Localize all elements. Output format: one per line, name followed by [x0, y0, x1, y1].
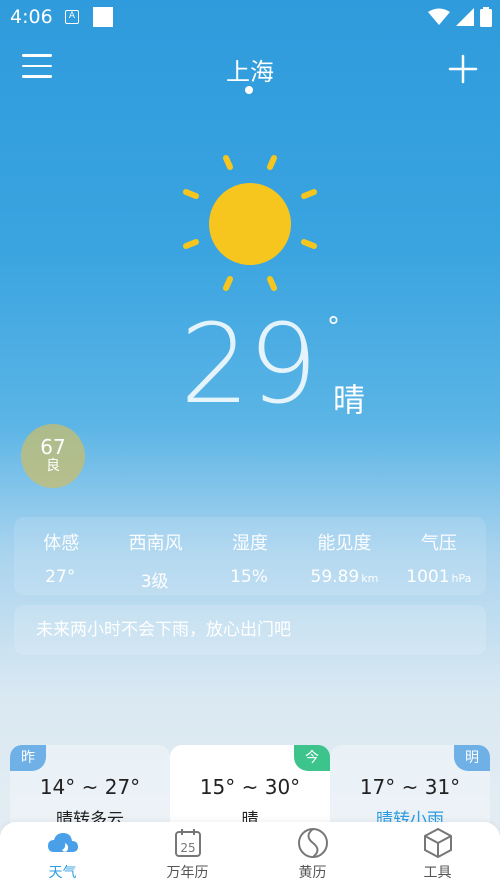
daily-forecast: 昨 14° ~ 27° 晴转多云 今 15° ~ 30° 晴 明 17° ~ 3… [10, 745, 490, 825]
tab-weather[interactable]: 天气 [0, 822, 125, 888]
detail-label: 体感 [43, 533, 80, 554]
forecast-tag: 明 [454, 745, 490, 771]
detail-value: 27° [45, 567, 76, 587]
wifi-icon [428, 8, 450, 25]
signal-icon [456, 8, 474, 26]
status-time: 4:06 [10, 6, 53, 28]
forecast-tag: 昨 [10, 745, 46, 771]
header: 上海 [0, 40, 500, 100]
status-icons [428, 6, 492, 28]
forecast-tomorrow[interactable]: 明 17° ~ 31° 晴转小雨 [330, 745, 490, 825]
yin-yang-icon [297, 828, 328, 858]
precipitation-tip[interactable]: 未来两小时不会下雨，放心出门吧 [14, 605, 486, 655]
tab-calendar[interactable]: 25 万年历 [125, 822, 250, 888]
forecast-range: 14° ~ 27° [39, 775, 141, 799]
tab-label: 万年历 [166, 865, 209, 881]
forecast-range: 17° ~ 31° [359, 775, 461, 799]
calendar-icon: 25 [174, 829, 201, 857]
detail-value: 1001 hPa [406, 567, 472, 587]
aqi-badge[interactable]: 67 良 [21, 424, 85, 488]
current-temperature: 29 [180, 300, 318, 428]
battery-icon [480, 7, 492, 27]
detail-label: 西南风 [128, 533, 183, 554]
cube-icon [423, 827, 452, 859]
notification-icon: A [65, 10, 79, 24]
current-condition: 晴 [333, 381, 366, 419]
detail-label: 气压 [420, 533, 457, 554]
detail-label: 湿度 [232, 533, 269, 554]
tab-label: 工具 [423, 865, 452, 881]
svg-text:25: 25 [180, 841, 195, 855]
detail-humidity: 湿度 15% [203, 517, 297, 595]
forecast-tag: 今 [294, 745, 330, 771]
cloud-moon-icon [47, 833, 78, 852]
degree-symbol: ° [327, 312, 340, 342]
tab-almanac[interactable]: 黄历 [250, 822, 375, 888]
tab-label: 天气 [48, 865, 77, 881]
city-name[interactable]: 上海 [0, 52, 500, 87]
notification-square-icon [93, 7, 113, 27]
status-bar: 4:06 A [0, 0, 500, 34]
detail-visibility: 能见度 59.89 km [297, 517, 391, 595]
aqi-level: 良 [46, 458, 60, 474]
page-indicator-dot [245, 86, 253, 94]
forecast-range: 15° ~ 30° [199, 775, 301, 799]
detail-value: 15% [230, 567, 268, 587]
tab-label: 黄历 [298, 865, 327, 881]
bottom-tab-bar: 天气 25 万年历 黄历 工具 [0, 822, 500, 888]
detail-wind: 西南风 3级 [108, 517, 202, 595]
detail-feels-like: 体感 27° [14, 517, 108, 595]
add-city-icon[interactable] [448, 54, 478, 84]
weather-details: 体感 27° 西南风 3级 湿度 15% 能见度 59.89 km 气压 1001… [14, 517, 486, 595]
detail-label: 能见度 [317, 533, 372, 554]
sun-icon [183, 155, 317, 291]
forecast-today[interactable]: 今 15° ~ 30° 晴 [170, 745, 330, 825]
detail-value: 3级 [140, 572, 169, 592]
detail-pressure: 气压 1001 hPa [392, 517, 486, 595]
forecast-yesterday[interactable]: 昨 14° ~ 27° 晴转多云 [10, 745, 170, 825]
aqi-value: 67 [40, 435, 66, 459]
tab-tools[interactable]: 工具 [375, 822, 500, 888]
detail-value: 59.89 km [310, 567, 379, 587]
